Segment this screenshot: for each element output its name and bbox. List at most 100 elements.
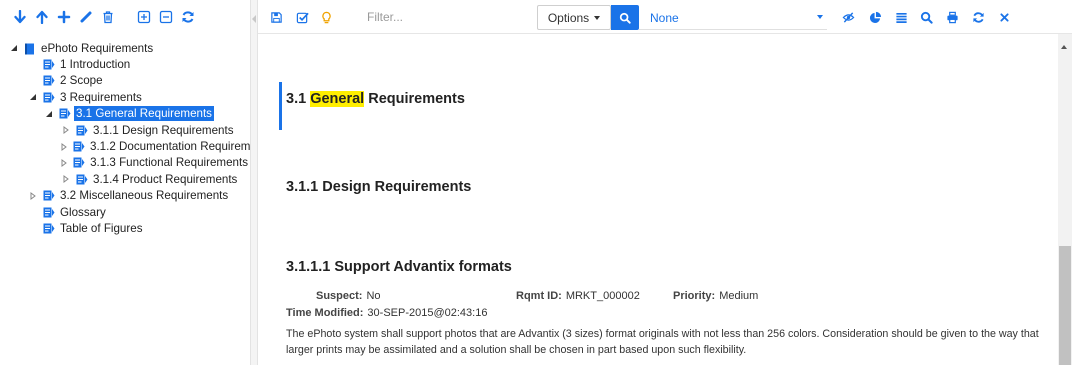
tree-item[interactable]: 3 Requirements [0,89,250,105]
search-highlight: General [310,91,365,107]
tree-item[interactable]: 3.2 Miscellaneous Requirements [0,188,250,204]
caret-down-icon [817,15,823,19]
suspect-field: Suspect: No [316,290,381,302]
tree-toolbar [0,0,250,34]
requirement-doc-icon [43,59,55,70]
collapsed-triangle-icon[interactable] [60,141,68,152]
search-button[interactable] [611,5,639,30]
tree-item[interactable]: Glossary [0,204,250,220]
requirements-tree: ePhoto Requirements 1 Introduction 2 Scope… [0,40,250,365]
tree-item-label: 3.1.1 Design Requirements [93,123,234,137]
print-icon[interactable] [944,9,960,25]
edit-icon[interactable] [76,7,96,27]
filter-input[interactable] [367,6,537,28]
tree-item[interactable]: 1 Introduction [0,56,250,72]
tree-item-label: 3.2 Miscellaneous Requirements [60,189,229,203]
requirement-doc-icon [43,92,55,103]
tree-item-label: 3.1.3 Functional Requirements [90,156,248,170]
requirement-doc-icon [76,125,88,136]
document-view: 3.1 General Requirements 3.1.1 Design Re… [258,34,1058,365]
requirement-doc-icon [43,190,55,201]
tree-item-label: 2 Scope [60,74,103,88]
section-heading-3-1-1[interactable]: 3.1.1 Design Requirements [286,179,471,195]
requirement-description: The ePhoto system shall support photos t… [286,328,1039,356]
requirement-heading[interactable]: 3.1.1.1 Support Advantix formats [286,259,512,275]
rqmt-id-label: Rqmt ID: [516,290,562,302]
pie-chart-icon[interactable] [867,9,883,25]
heading-text: Requirements [364,91,465,107]
tree-item[interactable]: 3.1.3 Functional Requirements [0,155,250,171]
heading-number: 3.1 [286,91,311,107]
save-icon[interactable] [268,9,284,25]
expanded-triangle-icon[interactable] [27,92,38,103]
list-icon[interactable] [893,9,909,25]
find-icon[interactable] [918,9,934,25]
document-toolbar: Options None [258,0,1072,34]
search-icon [619,12,631,24]
tree-item-label: Table of Figures [60,221,143,235]
check-icon[interactable] [294,9,310,25]
requirement-doc-icon [43,207,55,218]
time-modified-value: 30-SEP-2015@02:43:16 [367,307,488,319]
tree-item-label: 3.1 General Requirements [74,106,214,122]
requirement-doc-icon [73,141,85,152]
options-dropdown-button[interactable]: Options [537,5,611,30]
refresh-icon[interactable] [178,7,198,27]
collapsed-triangle-icon[interactable] [60,157,68,168]
suspect-value: No [366,290,381,302]
tree-item-label: Glossary [60,205,106,219]
scroll-up-arrow-icon[interactable] [1061,45,1067,49]
requirement-doc-icon [76,174,88,185]
move-up-icon[interactable] [32,7,52,27]
scrollbar-thumb[interactable] [1059,246,1071,365]
tree-item[interactable]: ePhoto Requirements [0,40,250,56]
requirement-doc-icon [73,157,85,168]
priority-value: Medium [719,290,759,302]
tree-item[interactable]: 3.1.4 Product Requirements [0,171,250,187]
rqmt-id-value: MRKT_000002 [565,290,640,302]
close-icon[interactable] [996,9,1012,25]
suspect-label: Suspect: [316,290,363,302]
move-down-icon[interactable] [10,7,30,27]
priority-label: Priority: [673,290,716,302]
tree-item[interactable]: Table of Figures [0,220,250,236]
collapsed-triangle-icon[interactable] [60,125,71,136]
tree-item[interactable]: 3.1.1 Design Requirements [0,122,250,138]
caret-down-icon [594,15,601,20]
expanded-triangle-icon[interactable] [8,43,19,54]
requirement-doc-icon [43,75,55,86]
hide-icon[interactable] [840,9,856,25]
priority-field: Priority: Medium [673,290,758,302]
tree-item[interactable]: 2 Scope [0,73,250,89]
document-scrollbar[interactable] [1058,34,1072,365]
lightbulb-icon[interactable] [318,9,334,25]
time-modified-field: Time Modified: 30-SEP-2015@02:43:16 [286,307,487,319]
tree-item[interactable]: 3.1 General Requirements [0,106,250,122]
document-book-icon [24,43,36,55]
refresh-icon[interactable] [970,9,986,25]
section-heading-3-1[interactable]: 3.1 General Requirements [286,91,465,107]
view-select[interactable]: None [639,5,827,30]
requirement-doc-icon [59,108,71,119]
tree-item-label: 3 Requirements [60,90,142,104]
delete-icon[interactable] [98,7,118,27]
add-icon[interactable] [54,7,74,27]
view-select-value: None [650,11,679,25]
tree-item-label: ePhoto Requirements [41,41,154,55]
time-modified-label: Time Modified: [286,307,364,319]
expanded-triangle-icon[interactable] [43,108,54,119]
collapsed-triangle-icon[interactable] [27,190,38,201]
expand-all-icon[interactable] [134,7,154,27]
options-label: Options [547,10,590,25]
selection-indicator [279,82,282,130]
collapsed-triangle-icon[interactable] [60,174,71,185]
collapse-all-icon[interactable] [156,7,176,27]
requirement-doc-icon [43,223,55,234]
tree-item[interactable]: 3.1.2 Documentation Requireme [0,138,250,154]
tree-item-label: 3.1.2 Documentation Requireme [90,140,250,154]
collapse-pane-arrow-icon[interactable] [252,15,256,23]
tree-item-label: 3.1.4 Product Requirements [93,172,238,186]
rqmt-id-field: Rqmt ID: MRKT_000002 [516,290,640,302]
tree-item-label: 1 Introduction [60,58,131,72]
pane-splitter[interactable] [250,0,258,365]
